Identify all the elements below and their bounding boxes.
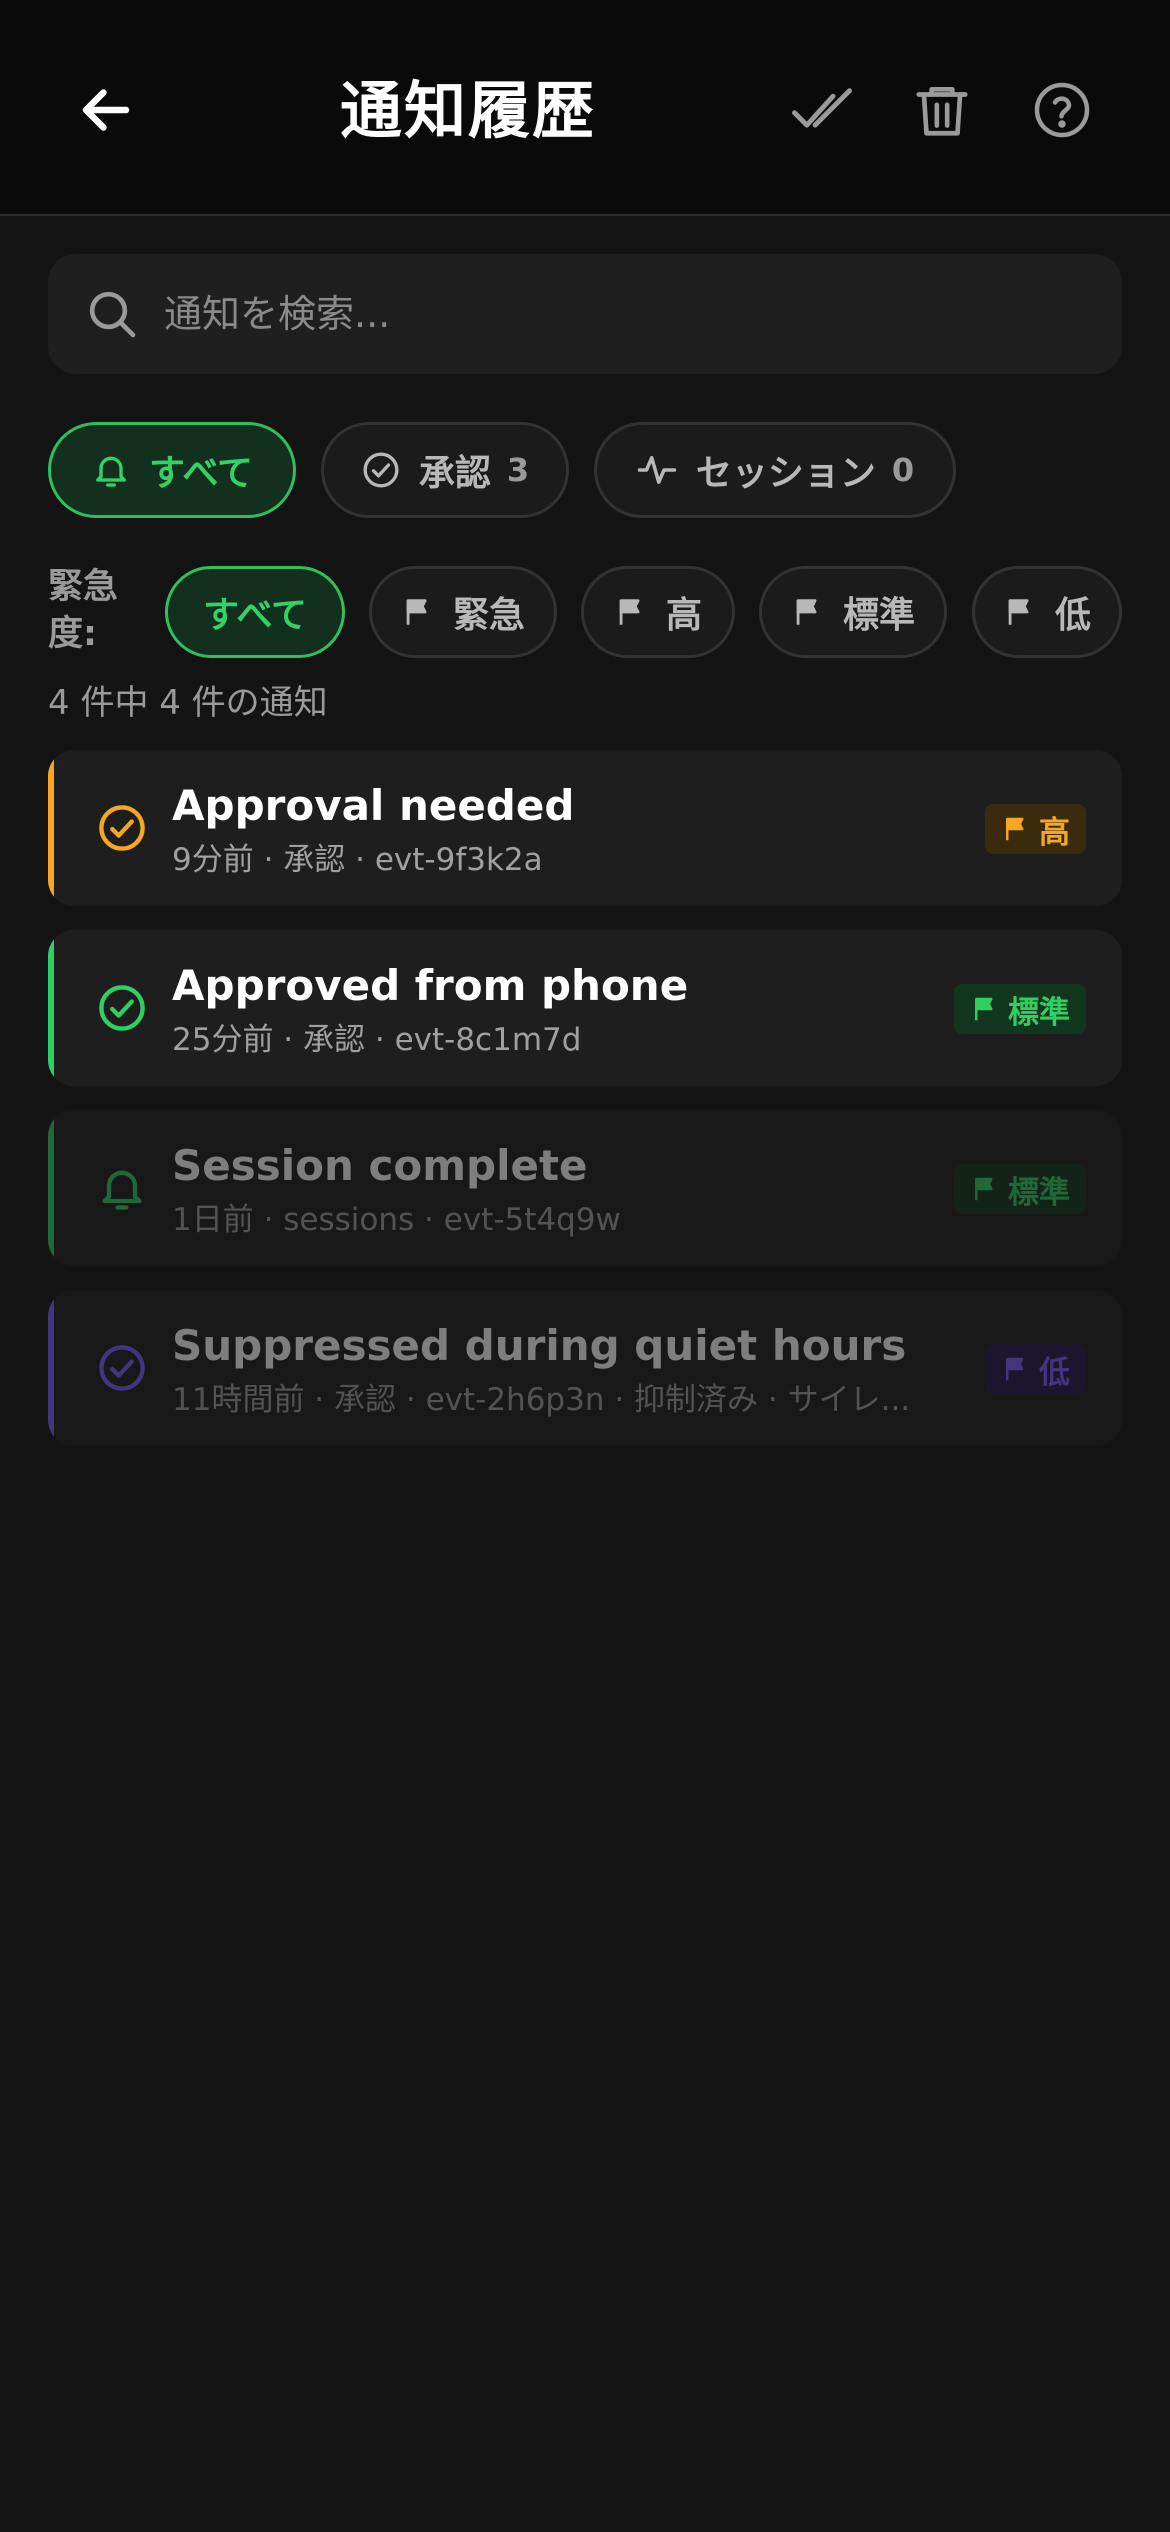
bell-icon [91, 450, 131, 490]
back-button[interactable] [58, 62, 154, 158]
accent-bar [48, 1110, 54, 1266]
bell-icon [96, 1162, 148, 1214]
page-title: 通知履歴 [340, 74, 597, 147]
filter-label: 高 [665, 595, 702, 636]
notification-meta: 9分前 · 承認 · evt-9f3k2a [172, 842, 543, 878]
filter-label: 緊急 [452, 595, 525, 636]
filter-urgency-urgent[interactable]: 緊急 [369, 566, 557, 658]
check-circle-icon [96, 1342, 148, 1394]
notification-card[interactable]: Suppressed during quiet hours 11時間前 · 承認… [48, 1290, 1122, 1446]
filter-label: セッション [695, 453, 876, 494]
flag-icon [1003, 595, 1037, 629]
check-circle-icon [361, 450, 401, 490]
activity-icon [636, 449, 678, 491]
result-count: 4 件中 4 件の通知 [48, 683, 328, 723]
trash-icon [916, 87, 968, 136]
notification-card[interactable]: Approval needed 9分前 · 承認 · evt-9f3k2a 高 [48, 750, 1122, 906]
filter-count: 0 [891, 451, 915, 489]
notification-meta: 11時間前 · 承認 · evt-2h6p3n · 抑制済み · サイレ... [172, 1382, 911, 1418]
filter-label: すべて [202, 595, 308, 636]
accent-bar [48, 1290, 54, 1446]
filter-type-session[interactable]: セッション 0 [594, 422, 956, 518]
accent-bar [48, 930, 54, 1086]
priority-badge: 標準 [954, 984, 1086, 1034]
filter-label: すべて [148, 453, 254, 494]
filter-count: 3 [506, 451, 530, 489]
notification-card[interactable]: Approved from phone 25分前 · 承認 · evt-8c1m… [48, 930, 1122, 1086]
notification-title: Approved from phone [172, 961, 689, 1010]
notification-card[interactable]: Session complete 1日前 · sessions · evt-5t… [48, 1110, 1122, 1266]
filter-urgency-high[interactable]: 高 [581, 566, 735, 658]
search-input[interactable] [164, 254, 1122, 374]
filter-urgency-all[interactable]: すべて [165, 566, 345, 658]
app-header: 通知履歴 [0, 0, 1170, 216]
urgency-label: 緊急 度: [48, 567, 119, 654]
check-circle-icon [96, 982, 148, 1034]
help-button[interactable] [1014, 62, 1110, 158]
flag-icon [401, 595, 435, 629]
check-circle-icon [96, 802, 148, 854]
search-icon [84, 286, 140, 342]
flag-icon [614, 595, 648, 629]
priority-badge: 高 [985, 804, 1086, 854]
filter-label: 承認 [418, 453, 491, 494]
filter-label: 標準 [842, 595, 915, 636]
arrow-left-icon [82, 89, 130, 131]
double-check-icon [792, 88, 852, 128]
filter-label: 低 [1054, 595, 1091, 636]
flag-icon [1001, 1354, 1031, 1384]
priority-badge: 低 [985, 1344, 1086, 1394]
notification-meta: 25分前 · 承認 · evt-8c1m7d [172, 1022, 582, 1058]
delete-all-button[interactable] [894, 62, 990, 158]
accent-bar [48, 750, 54, 906]
notification-title: Approval needed [172, 781, 575, 830]
filter-urgency-low[interactable]: 低 [972, 566, 1122, 658]
flag-icon [1001, 814, 1031, 844]
filter-type-all[interactable]: すべて [48, 422, 296, 518]
notification-meta: 1日前 · sessions · evt-5t4q9w [172, 1202, 621, 1238]
search-bar [48, 254, 1122, 374]
filter-type-approval[interactable]: 承認 3 [321, 422, 569, 518]
help-circle-icon [1034, 82, 1090, 138]
notification-title: Suppressed during quiet hours [172, 1321, 907, 1370]
flag-icon [791, 595, 825, 629]
filter-urgency-normal[interactable]: 標準 [759, 566, 947, 658]
flag-icon [970, 1174, 1000, 1204]
mark-all-read-button[interactable] [774, 62, 870, 158]
flag-icon [970, 994, 1000, 1024]
notification-title: Session complete [172, 1141, 588, 1190]
priority-badge: 標準 [954, 1164, 1086, 1214]
